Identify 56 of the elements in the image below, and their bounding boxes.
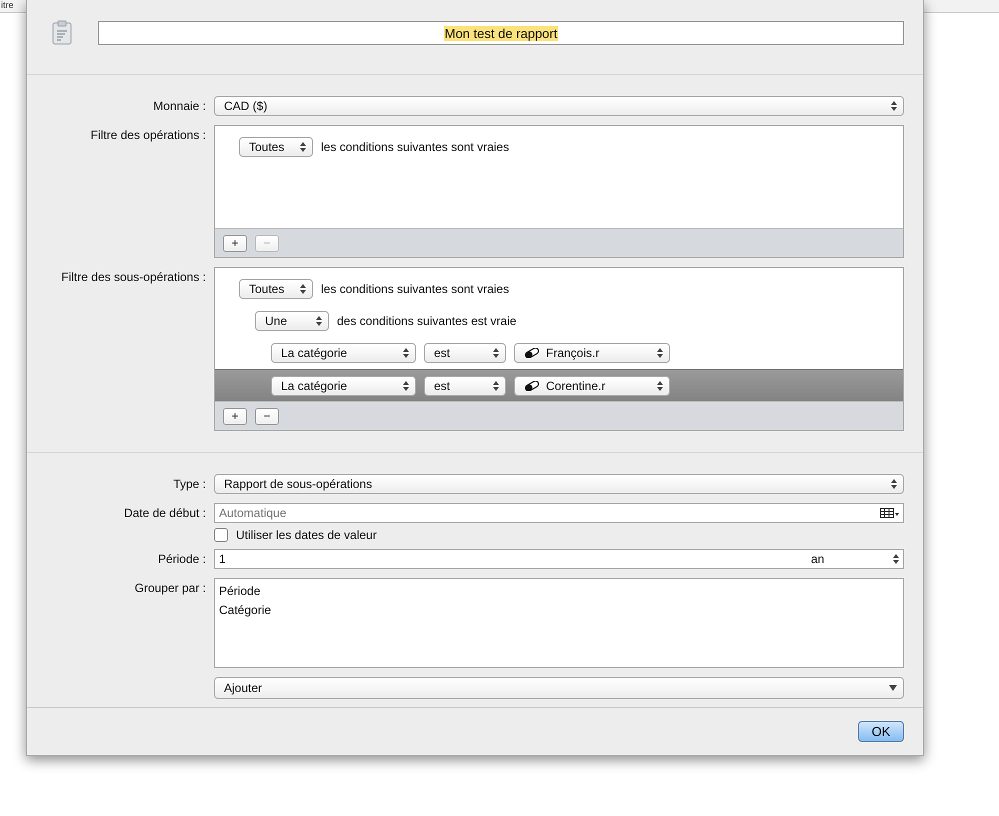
- value-popup[interactable]: Corentine.r: [514, 376, 670, 396]
- stepper-arrows-icon: [300, 284, 306, 294]
- rule-text: les conditions suivantes sont vraies: [321, 282, 510, 296]
- window-title: itre: [1, 0, 14, 10]
- stepper-arrows-icon: [403, 348, 409, 358]
- caret-icon: [889, 685, 897, 691]
- period-field[interactable]: 1 an: [214, 549, 904, 569]
- list-item[interactable]: Catégorie: [219, 601, 899, 620]
- pill-icon: [524, 380, 540, 390]
- stepper-arrows-icon: [891, 101, 897, 111]
- list-item[interactable]: Période: [219, 582, 899, 601]
- add-button[interactable]: +: [223, 234, 247, 252]
- field-label: Date de début :: [122, 506, 206, 520]
- remove-button[interactable]: −: [255, 408, 279, 424]
- type-popup[interactable]: Rapport de sous-opérations: [214, 474, 904, 494]
- rule-text: des conditions suivantes est vraie: [337, 314, 516, 328]
- ok-button[interactable]: OK: [858, 721, 904, 742]
- rule-text: les conditions suivantes sont vraies: [321, 140, 510, 154]
- field-label: Filtre des opérations :: [90, 127, 206, 142]
- stepper-arrows-icon: [300, 142, 306, 152]
- checkbox[interactable]: [214, 528, 228, 542]
- rule-row[interactable]: Une des conditions suivantes est vraie: [215, 305, 903, 337]
- clipboard-icon: [52, 20, 72, 46]
- stepper-arrows-icon: [316, 316, 322, 326]
- value-popup[interactable]: François.r: [514, 343, 670, 363]
- currency-popup[interactable]: CAD ($): [214, 96, 904, 116]
- field-popup[interactable]: La catégorie: [271, 376, 416, 396]
- add-button[interactable]: +: [223, 408, 247, 424]
- stepper-arrows-icon: [657, 348, 663, 358]
- stepper-arrows-icon: [891, 479, 897, 489]
- pill-icon: [524, 348, 540, 358]
- operator-popup[interactable]: est: [424, 343, 506, 363]
- rule-row[interactable]: La catégorie est Corentine.r: [215, 369, 903, 401]
- stepper-arrows-icon: [893, 554, 899, 564]
- rule-row[interactable]: La catégorie est François.r: [215, 337, 903, 369]
- start-date-field[interactable]: Automatique: [214, 503, 904, 523]
- checkbox-label: Utiliser les dates de valeur: [236, 528, 377, 542]
- stepper-arrows-icon: [493, 380, 499, 390]
- calendar-icon: [880, 508, 900, 518]
- field-label: Grouper par :: [134, 580, 206, 595]
- operator-popup[interactable]: est: [424, 376, 506, 396]
- stepper-arrows-icon: [657, 380, 663, 390]
- match-popup[interactable]: Une: [255, 311, 329, 331]
- match-popup[interactable]: Toutes: [239, 137, 313, 157]
- rule-row[interactable]: Toutes les conditions suivantes sont vraies: [215, 131, 903, 163]
- field-popup[interactable]: La catégorie: [271, 343, 416, 363]
- stepper-arrows-icon: [403, 380, 409, 390]
- stepper-arrows-icon: [493, 348, 499, 358]
- add-popup[interactable]: Ajouter: [214, 677, 904, 699]
- field-label: Type :: [172, 477, 206, 491]
- field-label: Filtre des sous-opérations :: [60, 269, 206, 284]
- match-popup[interactable]: Toutes: [239, 279, 313, 299]
- report-title-field[interactable]: Mon test de rapport: [98, 21, 904, 45]
- field-label: Monnaie :: [152, 99, 206, 113]
- rule-row[interactable]: Toutes les conditions suivantes sont vraies: [215, 273, 903, 305]
- field-label: Période :: [156, 552, 206, 566]
